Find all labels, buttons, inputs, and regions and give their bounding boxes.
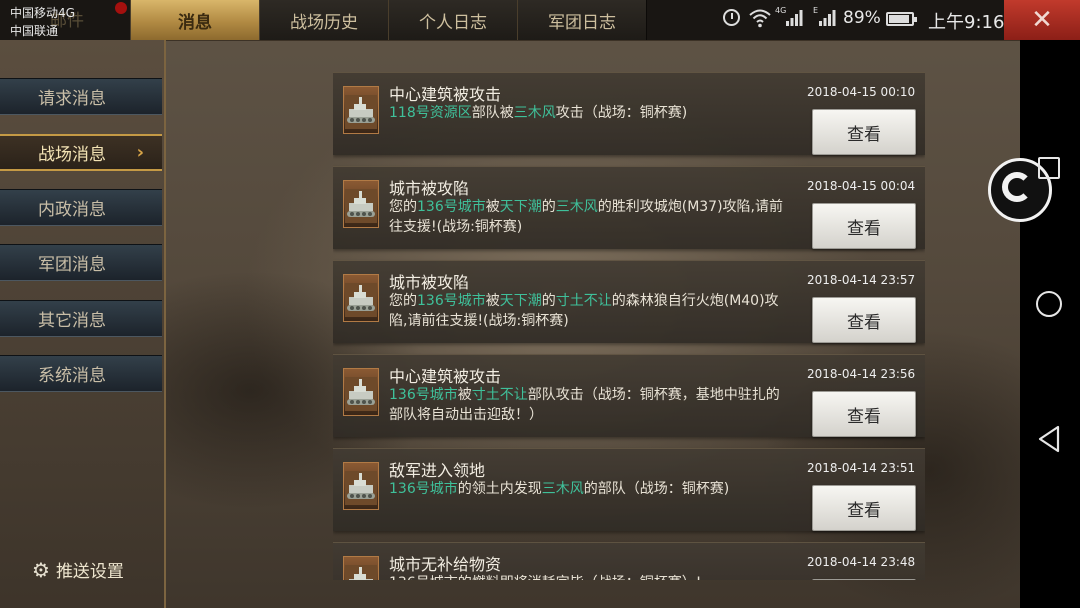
highlighted-entity: 天下潮 (499, 199, 542, 215)
view-button[interactable]: 查看 (812, 579, 916, 580)
message-text: 被 (485, 199, 500, 215)
signal-icon (786, 10, 803, 26)
message-card[interactable]: 城市无补给物资 136号城市的燃料即将消耗完毕（战场：铜杯赛）! 2018-04… (333, 542, 925, 580)
message-body: 136号城市的领土内发现三木风的部队（战场：铜杯赛) (389, 479, 785, 499)
message-body: 118号资源区部队被三木风攻击（战场：铜杯赛) (389, 103, 785, 123)
highlighted-entity: 寸土不让 (555, 293, 612, 309)
message-title: 城市被攻陷 (389, 179, 470, 198)
carrier-1: 中国移动4G (10, 6, 75, 20)
push-settings-button[interactable]: ⚙ 推送设置 (32, 557, 124, 583)
gear-icon: ⚙ (32, 557, 50, 582)
highlighted-entity: 天下潮 (499, 293, 542, 309)
tank-icon (343, 368, 379, 416)
message-title: 敌军进入领地 (389, 461, 486, 480)
tab-messages[interactable]: 消息 (130, 0, 260, 40)
sidebar-item-other-messages[interactable]: 其它消息 (0, 300, 162, 337)
message-text: 136号城市的燃料即将消耗完毕（战场：铜杯赛）! (389, 575, 701, 580)
sidebar: 请求消息 战场消息 › 内政消息 军团消息 其它消息 系统消息 (0, 40, 166, 608)
view-button[interactable]: 查看 (812, 203, 916, 249)
message-text: 被 (457, 387, 472, 403)
chevron-right-icon: › (136, 142, 144, 163)
tab-personal-log[interactable]: 个人日志 (388, 0, 518, 40)
message-text: 的 (541, 199, 556, 215)
message-card[interactable]: 城市被攻陷 您的136号城市被天下潮的寸土不让的森林狼自行火炮(M40)攻陷,请… (333, 260, 925, 343)
message-text: 被 (485, 293, 500, 309)
tank-icon (343, 86, 379, 134)
tab-battlefield-history[interactable]: 战场历史 (259, 0, 389, 40)
highlighted-entity: 136号城市 (417, 293, 486, 309)
sidebar-item-internal-affairs[interactable]: 内政消息 (0, 189, 162, 226)
view-button[interactable]: 查看 (812, 485, 916, 531)
view-button[interactable]: 查看 (812, 109, 916, 155)
highlighted-entity: 三木风 (541, 481, 584, 497)
message-title: 中心建筑被攻击 (389, 367, 502, 386)
message-list[interactable]: 中心建筑被攻击 118号资源区部队被三木风攻击（战场：铜杯赛) 2018-04-… (333, 72, 925, 580)
back-icon[interactable] (1036, 424, 1062, 454)
highlighted-entity: 136号城市 (389, 387, 458, 403)
highlighted-entity: 118号资源区 (389, 105, 472, 121)
highlighted-entity: 寸土不让 (471, 387, 528, 403)
message-text: 攻击（战场：铜杯赛) (555, 105, 688, 121)
message-title: 城市无补给物资 (389, 555, 502, 574)
message-body: 136号城市的燃料即将消耗完毕（战场：铜杯赛）! (389, 573, 785, 580)
close-icon: ✕ (1031, 5, 1053, 35)
signal-icon (819, 10, 836, 26)
message-time: 2018-04-15 00:04 (807, 179, 916, 193)
sidebar-item-request-messages[interactable]: 请求消息 (0, 78, 162, 115)
home-icon[interactable] (1036, 291, 1062, 317)
tank-icon (343, 180, 379, 228)
tank-icon (343, 556, 379, 580)
message-text: 您的 (389, 293, 417, 309)
tank-icon (343, 462, 379, 510)
android-nav-bar (1020, 40, 1080, 608)
sidebar-item-system-messages[interactable]: 系统消息 (0, 355, 162, 392)
message-card[interactable]: 城市被攻陷 您的136号城市被天下潮的三木风的胜利攻城炮(M37)攻陷,请前往支… (333, 166, 925, 249)
sidebar-item-legion-messages[interactable]: 军团消息 (0, 244, 162, 281)
message-card[interactable]: 中心建筑被攻击 136号城市被寸土不让部队攻击（战场：铜杯赛，基地中驻扎的部队将… (333, 354, 925, 437)
tab-legion-log[interactable]: 军团日志 (517, 0, 647, 40)
battery-percentage: 89% (843, 8, 881, 28)
message-time: 2018-04-14 23:56 (807, 367, 916, 381)
highlighted-entity: 三木风 (513, 105, 556, 121)
message-body: 136号城市被寸土不让部队攻击（战场：铜杯赛，基地中驻扎的部队将自动出击迎敌！） (389, 385, 785, 425)
alarm-clock-icon (723, 9, 740, 26)
message-body: 您的136号城市被天下潮的三木风的胜利攻城炮(M37)攻陷,请前往支援!(战场:… (389, 197, 785, 237)
sidebar-item-battlefield-messages[interactable]: 战场消息 › (0, 134, 162, 171)
highlighted-entity: 136号城市 (417, 199, 486, 215)
view-button[interactable]: 查看 (812, 297, 916, 343)
clock-time: 上午9:16 (928, 12, 1005, 33)
message-body: 您的136号城市被天下潮的寸土不让的森林狼自行火炮(M40)攻陷,请前往支援!(… (389, 291, 785, 331)
message-title: 城市被攻陷 (389, 273, 470, 292)
message-text: 的 (541, 293, 556, 309)
status-bar: 邮件 中国移动4G 中国联通 消息 战场历史 个人日志 军团日志 4G E 89… (0, 0, 1080, 41)
message-text: 部队被 (471, 105, 514, 121)
notification-dot (115, 2, 127, 14)
recent-apps-icon[interactable] (1038, 157, 1060, 179)
tank-icon (343, 274, 379, 322)
wifi-icon (749, 9, 771, 28)
carrier-2: 中国联通 (10, 24, 59, 38)
message-time: 2018-04-15 00:10 (807, 85, 916, 99)
message-title: 中心建筑被攻击 (389, 85, 502, 104)
message-time: 2018-04-14 23:48 (807, 555, 916, 569)
message-time: 2018-04-14 23:51 (807, 461, 916, 475)
message-text: 您的 (389, 199, 417, 215)
battery-icon (886, 12, 917, 26)
message-card[interactable]: 中心建筑被攻击 118号资源区部队被三木风攻击（战场：铜杯赛) 2018-04-… (333, 72, 925, 155)
message-text: 的部队（战场：铜杯赛) (583, 481, 730, 497)
message-text: 的领土内发现 (457, 481, 542, 497)
highlighted-entity: 三木风 (555, 199, 598, 215)
message-time: 2018-04-14 23:57 (807, 273, 916, 287)
highlighted-entity: 136号城市 (389, 481, 458, 497)
view-button[interactable]: 查看 (812, 391, 916, 437)
close-button[interactable]: ✕ (1004, 0, 1080, 40)
message-card[interactable]: 敌军进入领地 136号城市的领土内发现三木风的部队（战场：铜杯赛) 2018-0… (333, 448, 925, 531)
